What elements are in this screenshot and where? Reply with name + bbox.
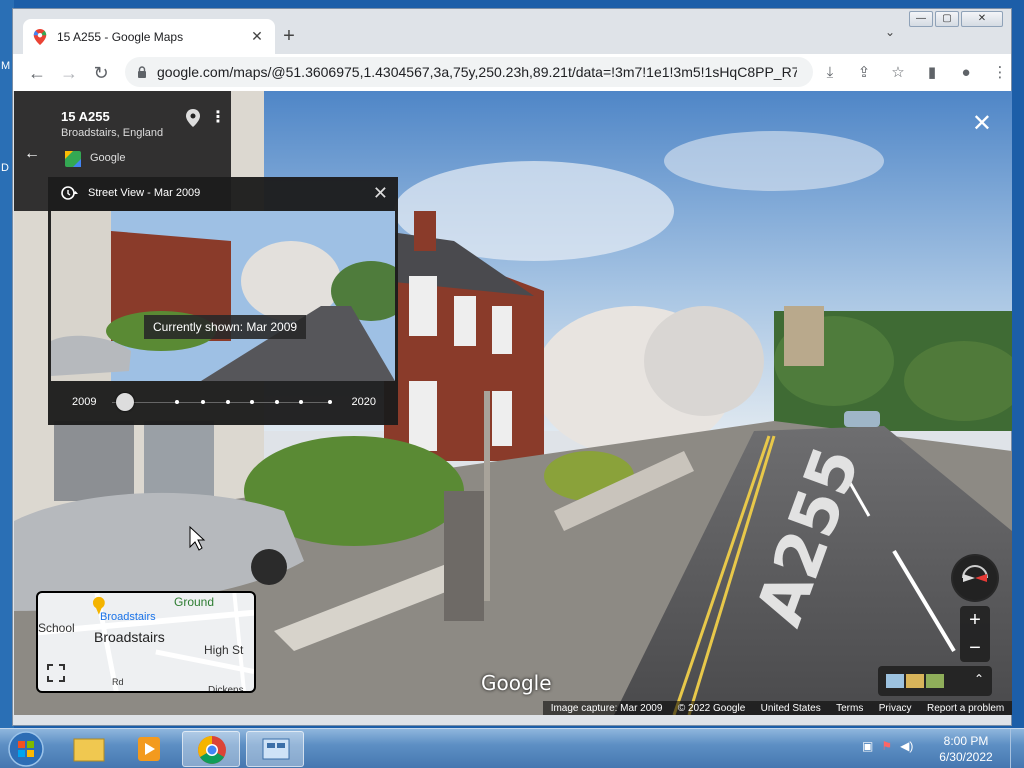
image-capture-date: Image capture: Mar 2009 — [550, 702, 663, 714]
file-explorer-icon[interactable] — [60, 731, 118, 767]
map-label-high-st: High St — [204, 643, 244, 657]
timeline-stop[interactable] — [201, 400, 205, 404]
timeline-stop[interactable] — [328, 400, 332, 404]
place-subtitle: Broadstairs, England — [61, 127, 164, 139]
browser-window: 15 A255 - Google Maps ✕ + ⌄ — ▢ ✕ ← → ↻ … — [12, 8, 1012, 726]
location-pin-icon[interactable] — [186, 109, 200, 127]
timeline-stop[interactable] — [299, 400, 303, 404]
layer-thumbnail[interactable] — [906, 674, 924, 688]
clock[interactable]: 8:00 PM 6/30/2022 — [936, 733, 996, 765]
layer-thumbnail[interactable] — [926, 674, 944, 688]
time-machine-header[interactable]: Street View - Mar 2009 — [60, 185, 200, 201]
map-label-town: Broadstairs — [94, 629, 165, 645]
minimize-button[interactable]: — — [909, 11, 933, 27]
media-player-icon[interactable] — [120, 731, 178, 767]
desktop-icon-label: D — [1, 162, 9, 174]
map-label-school: School — [38, 621, 75, 635]
clock-date: 6/30/2022 — [939, 750, 993, 764]
time-machine-close-button[interactable]: ✕ — [373, 183, 388, 204]
zoom-controls: + − — [960, 606, 990, 662]
map-label-station: Broadstairs — [100, 611, 156, 623]
lock-icon — [138, 66, 146, 78]
map-label-dickens: Dickens — [208, 685, 244, 693]
reload-button[interactable]: ↻ — [85, 57, 117, 89]
chrome-icon[interactable] — [182, 731, 240, 767]
expand-map-icon[interactable] — [46, 663, 66, 683]
copyright-text: © 2022 Google — [677, 702, 746, 714]
timeline-end-year: 2020 — [351, 396, 376, 408]
timeline-handle[interactable] — [116, 393, 134, 411]
sidepanel-icon[interactable]: ▮ — [915, 58, 949, 88]
install-icon[interactable]: ⤓ — [813, 58, 847, 88]
tab-strip: 15 A255 - Google Maps ✕ + ⌄ — ▢ ✕ — [13, 9, 1011, 54]
tab-search-button[interactable]: ⌄ — [885, 25, 895, 39]
timeline-stop[interactable] — [175, 400, 179, 404]
layer-thumbnail[interactable] — [886, 674, 904, 688]
taskbar: ▣ ⚑ ◀) 8:00 PM 6/30/2022 — [0, 728, 1024, 768]
imagery-source: Google — [90, 152, 126, 164]
network-icon[interactable]: ▣ — [862, 739, 873, 753]
volume-icon[interactable]: ◀) — [900, 739, 913, 753]
zoom-in-button[interactable]: + — [960, 606, 990, 634]
privacy-link[interactable]: Privacy — [879, 703, 912, 714]
more-options-icon[interactable]: ⋮ — [210, 107, 226, 127]
time-machine-panel: Street View - Mar 2009 ✕ Currently shown… — [48, 177, 398, 425]
timeline-slider[interactable]: 2009 2020 — [60, 387, 386, 417]
current-date-tooltip: Currently shown: Mar 2009 — [144, 315, 307, 339]
system-tray: ▣ ⚑ ◀) — [862, 739, 913, 753]
control-panel-icon[interactable] — [246, 731, 304, 767]
time-machine-title: Street View - Mar 2009 — [88, 187, 201, 199]
compass-icon[interactable] — [951, 554, 999, 602]
back-button[interactable]: ← — [21, 57, 53, 89]
profile-icon[interactable]: ● — [949, 58, 983, 88]
place-title: 15 A255 — [61, 109, 110, 124]
share-icon[interactable]: ⇪ — [847, 58, 881, 88]
back-arrow-icon[interactable]: ← — [24, 145, 40, 163]
google-logo: Google — [481, 671, 552, 695]
timeline-stop[interactable] — [226, 400, 230, 404]
map-label-ground: Ground — [174, 595, 215, 609]
tab-google-maps[interactable]: 15 A255 - Google Maps ✕ — [23, 19, 275, 54]
maps-pin-icon — [33, 28, 47, 45]
layers-panel[interactable]: ⌃ — [878, 666, 992, 696]
window-close-button[interactable]: ✕ — [961, 11, 1003, 27]
tab-title: 15 A255 - Google Maps — [57, 29, 184, 44]
browser-toolbar: ← → ↻ google.com/maps/@51.3606975,1.4304… — [13, 54, 1011, 91]
star-icon[interactable]: ☆ — [881, 58, 915, 88]
timeline-start-year: 2009 — [72, 396, 97, 408]
forward-button[interactable]: → — [53, 57, 85, 89]
zoom-out-button[interactable]: − — [960, 634, 990, 662]
url-text: google.com/maps/@51.3606975,1.4304567,3a… — [157, 64, 797, 80]
mini-map[interactable]: Ground Broadstairs School Broadstairs Hi… — [36, 591, 256, 693]
timeline-stop[interactable] — [275, 400, 279, 404]
tab-close-button[interactable]: ✕ — [249, 28, 265, 45]
maximize-button[interactable]: ▢ — [935, 11, 959, 27]
street-view-viewport[interactable]: A255 ← 15 A255 Broadstairs, England Goog… — [14, 91, 1012, 715]
map-footer: Image capture: Mar 2009 © 2022 Google Un… — [543, 701, 1012, 715]
google-maps-icon — [65, 151, 81, 167]
clock-time: 8:00 PM — [943, 734, 989, 748]
region-link[interactable]: United States — [761, 703, 821, 714]
historical-thumbnail[interactable] — [51, 211, 395, 381]
timeline-stop[interactable] — [250, 400, 254, 404]
desktop-icon-label: M — [1, 60, 11, 72]
toolbar-actions: ⤓ ⇪ ☆ ▮ ● ⋮ — [813, 54, 1017, 91]
terms-link[interactable]: Terms — [836, 703, 863, 714]
exit-street-view-button[interactable]: ✕ — [972, 109, 992, 138]
report-problem-link[interactable]: Report a problem — [927, 703, 1004, 714]
history-icon — [61, 186, 78, 200]
window-controls: — ▢ ✕ — [909, 11, 1003, 27]
menu-icon[interactable]: ⋮ — [983, 58, 1017, 88]
start-button[interactable] — [4, 730, 48, 768]
chevron-up-icon[interactable]: ⌃ — [974, 672, 984, 686]
map-label-rd: Rd — [112, 677, 124, 687]
new-tab-button[interactable]: + — [275, 23, 303, 51]
show-desktop-button[interactable] — [1010, 729, 1024, 768]
address-bar[interactable]: google.com/maps/@51.3606975,1.4304567,3a… — [125, 57, 813, 87]
action-center-icon[interactable]: ⚑ — [881, 739, 892, 753]
